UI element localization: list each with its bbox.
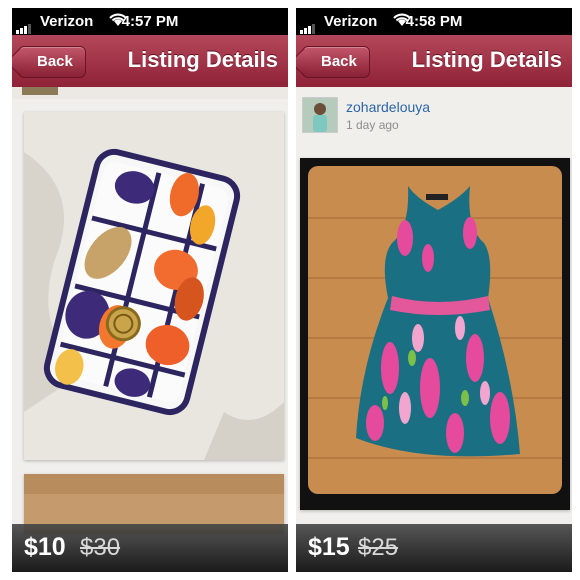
seller-username-link[interactable]: zohardelouya (346, 99, 430, 115)
price-bar: $10 $30 (12, 524, 288, 572)
price-label: $10 (24, 533, 66, 561)
posted-time: 1 day ago (346, 118, 399, 132)
back-button[interactable]: Back (18, 46, 86, 78)
avatar[interactable] (22, 87, 58, 95)
original-price-label: $30 (80, 534, 121, 561)
price-label: $15 (308, 533, 350, 561)
navigation-bar: Back Listing Details (12, 35, 288, 88)
phone-case-photo (24, 112, 284, 460)
status-bar: Verizon 4:57 PM (12, 8, 288, 35)
listing-photo[interactable] (300, 158, 570, 510)
original-price-label: $25 (358, 534, 399, 561)
page-title: Listing Details (127, 47, 278, 72)
status-bar: Verizon 4:58 PM (296, 8, 572, 35)
price-bar: $15 $25 (296, 524, 572, 572)
seller-row-partial (12, 87, 288, 99)
dress-photo (300, 158, 570, 510)
back-button[interactable]: Back (302, 46, 370, 78)
avatar[interactable] (302, 97, 338, 133)
screen-left: Verizon 4:57 PM Back Listing Details $10… (12, 8, 288, 572)
navigation-bar: Back Listing Details (296, 35, 572, 88)
page-title: Listing Details (411, 47, 562, 72)
listing-photo[interactable] (24, 112, 284, 460)
screen-right: Verizon 4:58 PM Back Listing Details zoh… (296, 8, 572, 572)
clock: 4:57 PM (121, 13, 179, 30)
seller-row: zohardelouya 1 day ago (296, 87, 572, 155)
clock: 4:58 PM (405, 13, 463, 30)
